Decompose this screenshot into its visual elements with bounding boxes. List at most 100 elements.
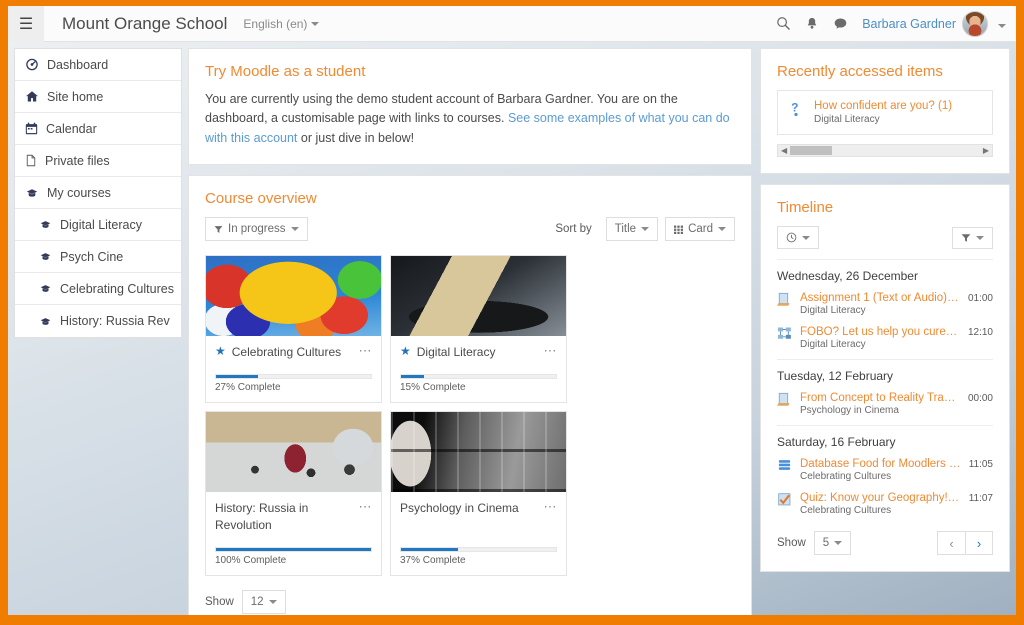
course-card-header: Psychology in Cinema ⋯	[400, 500, 557, 516]
course-card[interactable]: ★ Digital Literacy ⋯ 15% Complete	[390, 255, 567, 404]
timeline-controls	[777, 226, 993, 249]
sidebar-nav-block: Dashboard Site home Calendar Private fil…	[14, 48, 182, 338]
workshop-icon	[777, 326, 792, 341]
sidebar-item-digital-literacy[interactable]: Digital Literacy	[15, 209, 181, 241]
sidebar-item-label: Dashboard	[47, 57, 109, 72]
timeline-event-name[interactable]: Database Food for Moodlers closes	[800, 458, 961, 470]
graduation-cap-icon	[39, 251, 52, 262]
try-moodle-block: Try Moodle as a student You are currentl…	[188, 48, 752, 166]
filter-icon	[214, 225, 223, 234]
course-card[interactable]: Psychology in Cinema ⋯ 37% Complete	[390, 411, 567, 576]
course-card[interactable]: ★ Celebrating Cultures ⋯ 27% Complete	[205, 255, 382, 404]
timeline-event[interactable]: Quiz: Know your Geography! closes Celebr…	[777, 489, 993, 523]
user-menu-name[interactable]: Barbara Gardner	[862, 17, 956, 31]
sidebar-item-history-russia-rev[interactable]: History: Russia Rev	[15, 305, 181, 337]
site-brand[interactable]: Mount Orange School	[62, 14, 227, 34]
progress-label: 15% Complete	[400, 382, 466, 394]
recently-accessed-item[interactable]: ? How confident are you? (1) Digital Lit…	[777, 90, 993, 135]
course-image-laptop	[391, 256, 566, 337]
course-progress: 27% Complete	[215, 360, 372, 393]
more-options-icon[interactable]: ⋯	[359, 500, 373, 513]
sidebar-item-private-files[interactable]: Private files	[15, 145, 181, 177]
scrollbar-thumb[interactable]	[790, 146, 833, 155]
progress-bar-fill	[216, 547, 371, 551]
chevron-down-icon	[718, 227, 726, 232]
svg-text:?: ?	[791, 102, 798, 115]
sidebar-item-celebrating-cultures[interactable]: Celebrating Cultures	[15, 273, 181, 305]
progress-label: 100% Complete	[215, 554, 287, 566]
timeline-event-course: Celebrating Cultures	[800, 471, 892, 482]
sidebar-item-dashboard[interactable]: Dashboard	[15, 49, 181, 81]
course-progress: 100% Complete	[215, 533, 372, 566]
course-filter-dropdown[interactable]: In progress	[205, 217, 308, 242]
timeline-event-course: Celebrating Cultures	[800, 505, 892, 516]
course-image-film	[391, 412, 566, 493]
timeline-event[interactable]: FOBO? Let us help you cure it! clo... Di…	[777, 323, 993, 357]
recently-accessed-item-course: Digital Literacy	[814, 114, 880, 125]
timeline-event-name[interactable]: Quiz: Know your Geography! closes	[800, 492, 961, 504]
more-options-icon[interactable]: ⋯	[359, 344, 373, 357]
course-progress: 37% Complete	[400, 533, 557, 566]
sidebar-item-label: History: Russia Rev	[60, 314, 170, 328]
chevron-right-icon[interactable]: ›	[965, 531, 993, 555]
avatar[interactable]	[962, 10, 988, 37]
timeline-title: Timeline	[777, 199, 834, 216]
timeline-event-time: 01:00	[967, 293, 993, 304]
search-icon[interactable]	[776, 16, 791, 31]
timeline-date-filter-dropdown[interactable]	[777, 226, 819, 249]
scroll-right-arrow[interactable]: ▶	[983, 146, 989, 155]
message-icon[interactable]	[833, 16, 848, 31]
hamburger-icon[interactable]: ☰	[8, 6, 44, 42]
star-icon[interactable]: ★	[215, 344, 226, 358]
course-card[interactable]: History: Russia in Revolution ⋯ 100% Com…	[205, 411, 382, 576]
progress-label: 27% Complete	[215, 382, 281, 394]
timeline-type-filter-dropdown[interactable]	[952, 226, 993, 249]
user-menu-chevron-down-icon[interactable]	[998, 15, 1006, 33]
recently-accessed-item-title[interactable]: How confident are you? (1)	[814, 100, 952, 112]
recently-accessed-items-block: Recently accessed items ? How confident …	[760, 48, 1010, 174]
sidebar-item-my-courses[interactable]: My courses	[15, 177, 181, 209]
more-options-icon[interactable]: ⋯	[544, 500, 558, 513]
timeline-event[interactable]: Assignment 1 (Text or Audio) is due Digi…	[777, 289, 993, 323]
sidebar-item-label: Celebrating Cultures	[60, 281, 174, 296]
star-icon[interactable]: ★	[400, 344, 411, 358]
course-card-grid: ★ Celebrating Cultures ⋯ 27% Complete ★ …	[205, 255, 735, 576]
bell-icon[interactable]	[805, 16, 819, 31]
sort-by-label: Sort by	[555, 223, 592, 236]
course-name[interactable]: Psychology in Cinema	[400, 500, 538, 516]
timeline-event[interactable]: Database Food for Moodlers closes Celebr…	[777, 455, 993, 489]
timeline-event-name[interactable]: From Concept to Reality Trauma ...	[800, 392, 960, 404]
grid-icon	[674, 225, 684, 234]
try-moodle-text: You are currently using the demo student…	[205, 90, 735, 148]
course-overview-controls: In progress Sort by Title Card	[205, 217, 735, 242]
timeline-event-time: 11:05	[968, 459, 993, 470]
recently-accessed-scrollbar[interactable]: ◀ ▶	[777, 144, 993, 157]
more-options-icon[interactable]: ⋯	[544, 344, 558, 357]
course-name[interactable]: History: Russia in Revolution	[215, 500, 353, 532]
timeline-event-name[interactable]: FOBO? Let us help you cure it! clo...	[800, 326, 960, 338]
course-name[interactable]: Digital Literacy	[417, 344, 538, 360]
chevron-left-icon[interactable]: ‹	[937, 531, 965, 555]
course-name[interactable]: Celebrating Cultures	[232, 344, 353, 360]
course-card-header: ★ Digital Literacy ⋯	[400, 344, 557, 360]
sort-dropdown[interactable]: Title	[605, 217, 659, 242]
choice-question-icon: ?	[788, 100, 805, 117]
course-progress: 15% Complete	[400, 360, 557, 393]
scrollbar-track[interactable]	[787, 146, 983, 155]
graduation-cap-icon	[39, 316, 52, 327]
sidebar-item-psych-cine[interactable]: Psych Cine	[15, 241, 181, 273]
view-mode-dropdown[interactable]: Card	[665, 217, 735, 242]
file-icon	[25, 154, 37, 167]
alert-text-after: or just dive in below!	[297, 130, 415, 145]
language-selector[interactable]: English (en)	[243, 17, 320, 31]
timeline-page-size-dropdown[interactable]: 5	[813, 531, 852, 555]
sidebar-item-calendar[interactable]: Calendar	[15, 113, 181, 145]
chevron-down-icon	[311, 21, 320, 26]
timeline-event-name[interactable]: Assignment 1 (Text or Audio) is due	[800, 292, 960, 304]
course-page-size-dropdown[interactable]: 12	[241, 589, 286, 614]
timeline-event-text: Quiz: Know your Geography! closes Celebr…	[800, 492, 961, 516]
timeline-event[interactable]: From Concept to Reality Trauma ... Psych…	[777, 389, 993, 423]
sidebar-item-site-home[interactable]: Site home	[15, 81, 181, 113]
timeline-event-text: Database Food for Moodlers closes Celebr…	[800, 458, 961, 482]
course-page-size-value: 12	[250, 595, 264, 608]
